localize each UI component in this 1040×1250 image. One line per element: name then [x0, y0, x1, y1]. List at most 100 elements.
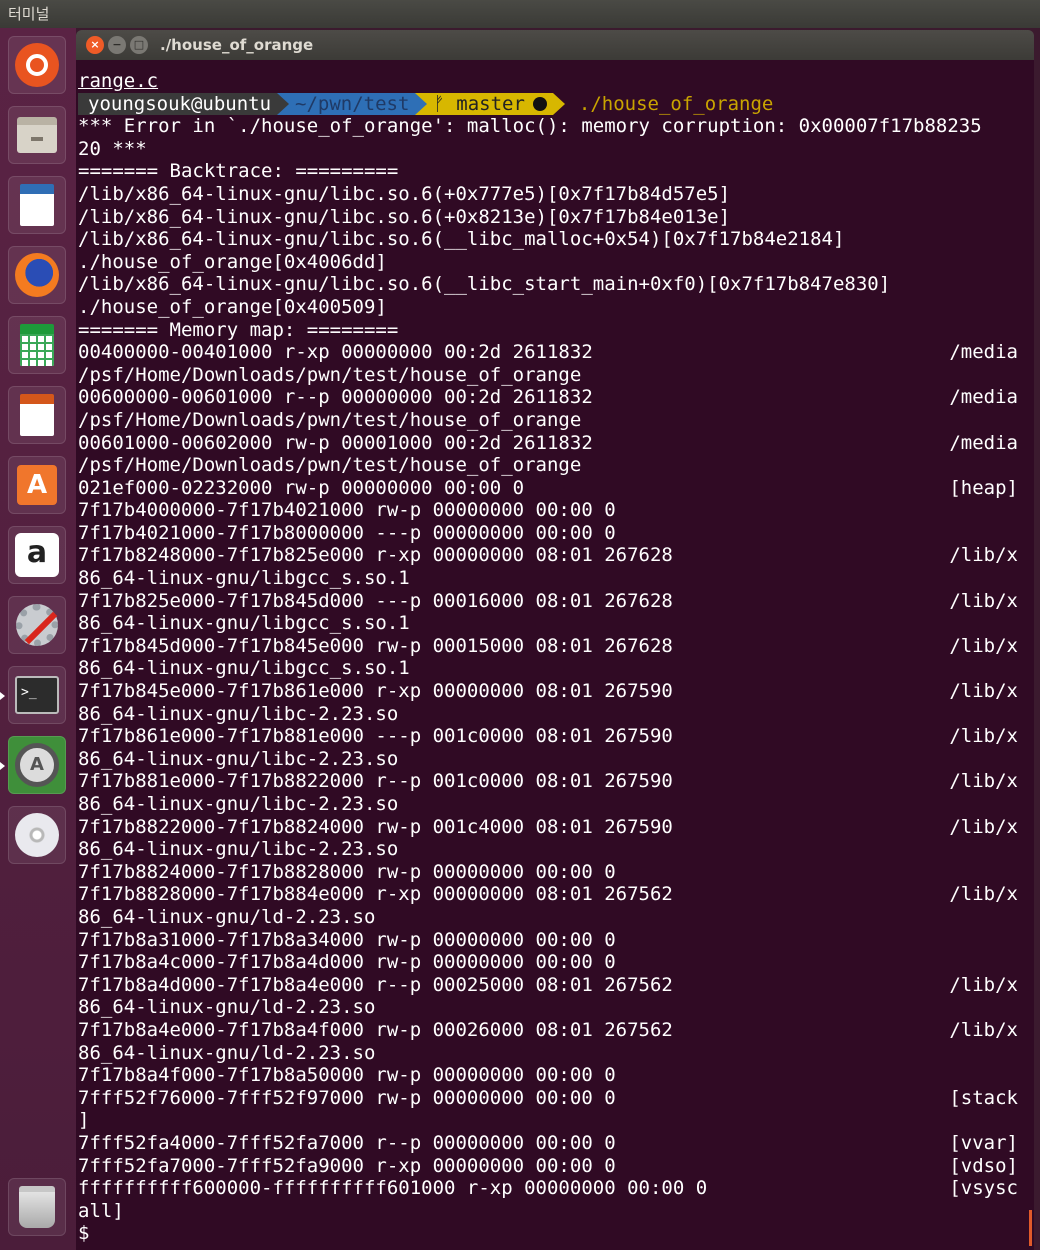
- window-titlebar[interactable]: × − □ ./house_of_orange: [76, 30, 1034, 60]
- terminal-line: 7fff52fa4000-7fff52fa7000 r--p 00000000 …: [78, 1132, 1034, 1155]
- terminal-line-text: 86_64-linux-gnu/ld-2.23.so: [78, 996, 376, 1019]
- terminal-line: /lib/x86_64-linux-gnu/libc.so.6(__libc_s…: [78, 273, 1034, 296]
- launcher-terminal[interactable]: >_: [8, 666, 66, 724]
- close-window-button[interactable]: ×: [86, 36, 104, 54]
- terminal-line-text: /lib/x86_64-linux-gnu/libc.so.6(+0x777e5…: [78, 182, 731, 205]
- terminal-line: 7fff52fa7000-7fff52fa9000 r-xp 00000000 …: [78, 1155, 1034, 1178]
- terminal-line: range.c: [78, 70, 1034, 93]
- command-output: *** Error in `./house_of_orange': malloc…: [78, 115, 1034, 1245]
- terminal-line: /psf/Home/Downloads/pwn/test/house_of_or…: [78, 409, 1034, 432]
- terminal-line-text: /lib/x86_64-linux-gnu/libc.so.6(__libc_m…: [78, 228, 845, 251]
- terminal-line-text: 86_64-linux-gnu/libgcc_s.so.1: [78, 657, 410, 680]
- top-panel: 터미널: [0, 0, 1040, 28]
- terminal-line: 00600000-00601000 r--p 00000000 00:2d 26…: [78, 386, 1034, 409]
- firefox-icon: [15, 253, 59, 297]
- terminal-output[interactable]: range.c youngsouk@ubuntu ~/pwn/test ᚠ ma…: [76, 60, 1034, 1250]
- terminal-line-text: 7f17b8a4e000-7f17b8a4f000 rw-p 00026000 …: [78, 1018, 673, 1041]
- terminal-line-text: 7f17b825e000-7f17b845d000 ---p 00016000 …: [78, 589, 673, 612]
- terminal-line-text: 7f17b861e000-7f17b881e000 ---p 001c0000 …: [78, 725, 673, 748]
- terminal-line: 021ef000-02232000 rw-p 00000000 00:00 0 […: [78, 477, 1034, 500]
- launcher-dvd[interactable]: [8, 806, 66, 864]
- terminal-line-path: /lib/x: [949, 680, 1018, 703]
- terminal-line-text: 7fff52fa7000-7fff52fa9000 r-xp 00000000 …: [78, 1154, 616, 1177]
- prompt-path: ~/pwn/test: [289, 92, 416, 116]
- scrollbar[interactable]: [1029, 1210, 1032, 1246]
- terminal-line-text: 7f17b4000000-7f17b4021000 rw-p 00000000 …: [78, 499, 616, 522]
- launcher-software-center[interactable]: A: [8, 456, 66, 514]
- terminal-line-text: 86_64-linux-gnu/ld-2.23.so: [78, 905, 376, 928]
- terminal-line: ./house_of_orange[0x4006dd]: [78, 251, 1034, 274]
- running-indicator: [0, 692, 5, 700]
- prompt-git-branch: ᚠ master: [433, 92, 525, 115]
- launcher-files[interactable]: [8, 106, 66, 164]
- terminal-line: 86_64-linux-gnu/libgcc_s.so.1: [78, 612, 1034, 635]
- terminal-line: 7f17b8a4d000-7f17b8a4e000 r--p 00025000 …: [78, 974, 1034, 997]
- terminal-line-text: $: [78, 1222, 90, 1245]
- terminal-line-text: 86_64-linux-gnu/libgcc_s.so.1: [78, 612, 410, 635]
- terminal-line: 7f17b845e000-7f17b861e000 r-xp 00000000 …: [78, 680, 1034, 703]
- terminal-line-text: ffffffffff600000-ffffffffff601000 r-xp 0…: [78, 1177, 708, 1200]
- prompt-separator: [277, 92, 290, 115]
- launcher-system-settings[interactable]: [8, 596, 66, 654]
- terminal-line-path: /lib/x: [949, 634, 1018, 657]
- launcher-software-updater[interactable]: A: [8, 736, 66, 794]
- terminal-line: 7f17b4000000-7f17b4021000 rw-p 00000000 …: [78, 499, 1034, 522]
- terminal-lines: range.c youngsouk@ubuntu ~/pwn/test ᚠ ma…: [76, 60, 1034, 1245]
- previous-output-text: range.c: [78, 70, 159, 92]
- terminal-line-text: 86_64-linux-gnu/libc-2.23.so: [78, 793, 399, 815]
- launcher-amazon[interactable]: a: [8, 526, 66, 584]
- terminal-line: 7f17b4021000-7f17b8000000 ---p 00000000 …: [78, 522, 1034, 545]
- running-indicator: [0, 762, 5, 770]
- terminal-line-text: all]: [78, 1199, 124, 1222]
- terminal-line-text: 7f17b845d000-7f17b845e000 rw-p 00015000 …: [78, 634, 673, 657]
- terminal-line-path: [heap]: [949, 476, 1018, 499]
- terminal-line: 7f17b845d000-7f17b845e000 rw-p 00015000 …: [78, 635, 1034, 658]
- terminal-line-text: 86_64-linux-gnu/libgcc_s.so.1: [78, 567, 410, 590]
- terminal-line-text: 7f17b8824000-7f17b8828000 rw-p 00000000 …: [78, 860, 616, 883]
- launcher-trash[interactable]: [8, 1178, 66, 1236]
- terminal-line: /psf/Home/Downloads/pwn/test/house_of_or…: [78, 454, 1034, 477]
- launcher-impress[interactable]: [8, 386, 66, 444]
- launcher-writer[interactable]: [8, 176, 66, 234]
- minimize-window-button[interactable]: −: [108, 36, 126, 54]
- terminal-line-text: /lib/x86_64-linux-gnu/libc.so.6(__libc_s…: [78, 273, 891, 296]
- terminal-line: 86_64-linux-gnu/libc-2.23.so: [78, 838, 1034, 861]
- terminal-line-text: 86_64-linux-gnu/libc-2.23.so: [78, 747, 399, 770]
- terminal-line: 7f17b8828000-7f17b884e000 r-xp 00000000 …: [78, 883, 1034, 906]
- launcher-calc[interactable]: [8, 316, 66, 374]
- terminal-line-text: 7f17b8a4d000-7f17b8a4e000 r--p 00025000 …: [78, 973, 673, 996]
- terminal-line: ======= Memory map: ========: [78, 319, 1034, 342]
- terminal-line-text: 00600000-00601000 r--p 00000000 00:2d 26…: [78, 386, 593, 409]
- terminal-line: 7fff52f76000-7fff52f97000 rw-p 00000000 …: [78, 1087, 1034, 1110]
- terminal-line: 7f17b8a4f000-7f17b8a50000 rw-p 00000000 …: [78, 1064, 1034, 1087]
- launcher-dash[interactable]: [8, 36, 66, 94]
- libreoffice-writer-icon: [15, 183, 59, 227]
- maximize-window-button[interactable]: □: [130, 36, 148, 54]
- terminal-line: ./house_of_orange[0x400509]: [78, 296, 1034, 319]
- prompt-separator: [415, 92, 428, 115]
- terminal-line: 86_64-linux-gnu/libc-2.23.so: [78, 748, 1034, 771]
- terminal-line-path: [stack: [949, 1086, 1018, 1109]
- terminal-line-text: 7f17b8822000-7f17b8824000 rw-p 001c4000 …: [78, 815, 673, 838]
- terminal-line-path: /lib/x: [949, 1018, 1018, 1041]
- window-title: ./house_of_orange: [160, 36, 314, 54]
- terminal-line-text: 7f17b881e000-7f17b8822000 r--p 001c0000 …: [78, 770, 673, 793]
- terminal-line-path: /media: [949, 341, 1018, 364]
- terminal-line: 86_64-linux-gnu/libgcc_s.so.1: [78, 567, 1034, 590]
- terminal-line: 86_64-linux-gnu/libc-2.23.so: [78, 793, 1034, 816]
- libreoffice-calc-icon: [15, 323, 59, 367]
- terminal-line-text: 7fff52fa4000-7fff52fa7000 r--p 00000000 …: [78, 1131, 616, 1154]
- ubuntu-dash-icon: [15, 43, 59, 87]
- terminal-line-text: 7f17b8a31000-7f17b8a34000 rw-p 00000000 …: [78, 928, 616, 951]
- amazon-icon: a: [15, 533, 59, 577]
- terminal-line-path: /lib/x: [949, 589, 1018, 612]
- minimize-icon: −: [112, 38, 122, 51]
- terminal-line-text: 86_64-linux-gnu/libc-2.23.so: [78, 838, 399, 861]
- terminal-line: /psf/Home/Downloads/pwn/test/house_of_or…: [78, 364, 1034, 387]
- maximize-icon: □: [133, 38, 145, 51]
- prompt-git-segment: ᚠ master: [427, 92, 553, 116]
- launcher-firefox[interactable]: [8, 246, 66, 304]
- software-updater-icon: A: [15, 743, 59, 787]
- prompt-command: ./house_of_orange: [578, 92, 774, 115]
- terminal-line: 00601000-00602000 rw-p 00001000 00:2d 26…: [78, 432, 1034, 455]
